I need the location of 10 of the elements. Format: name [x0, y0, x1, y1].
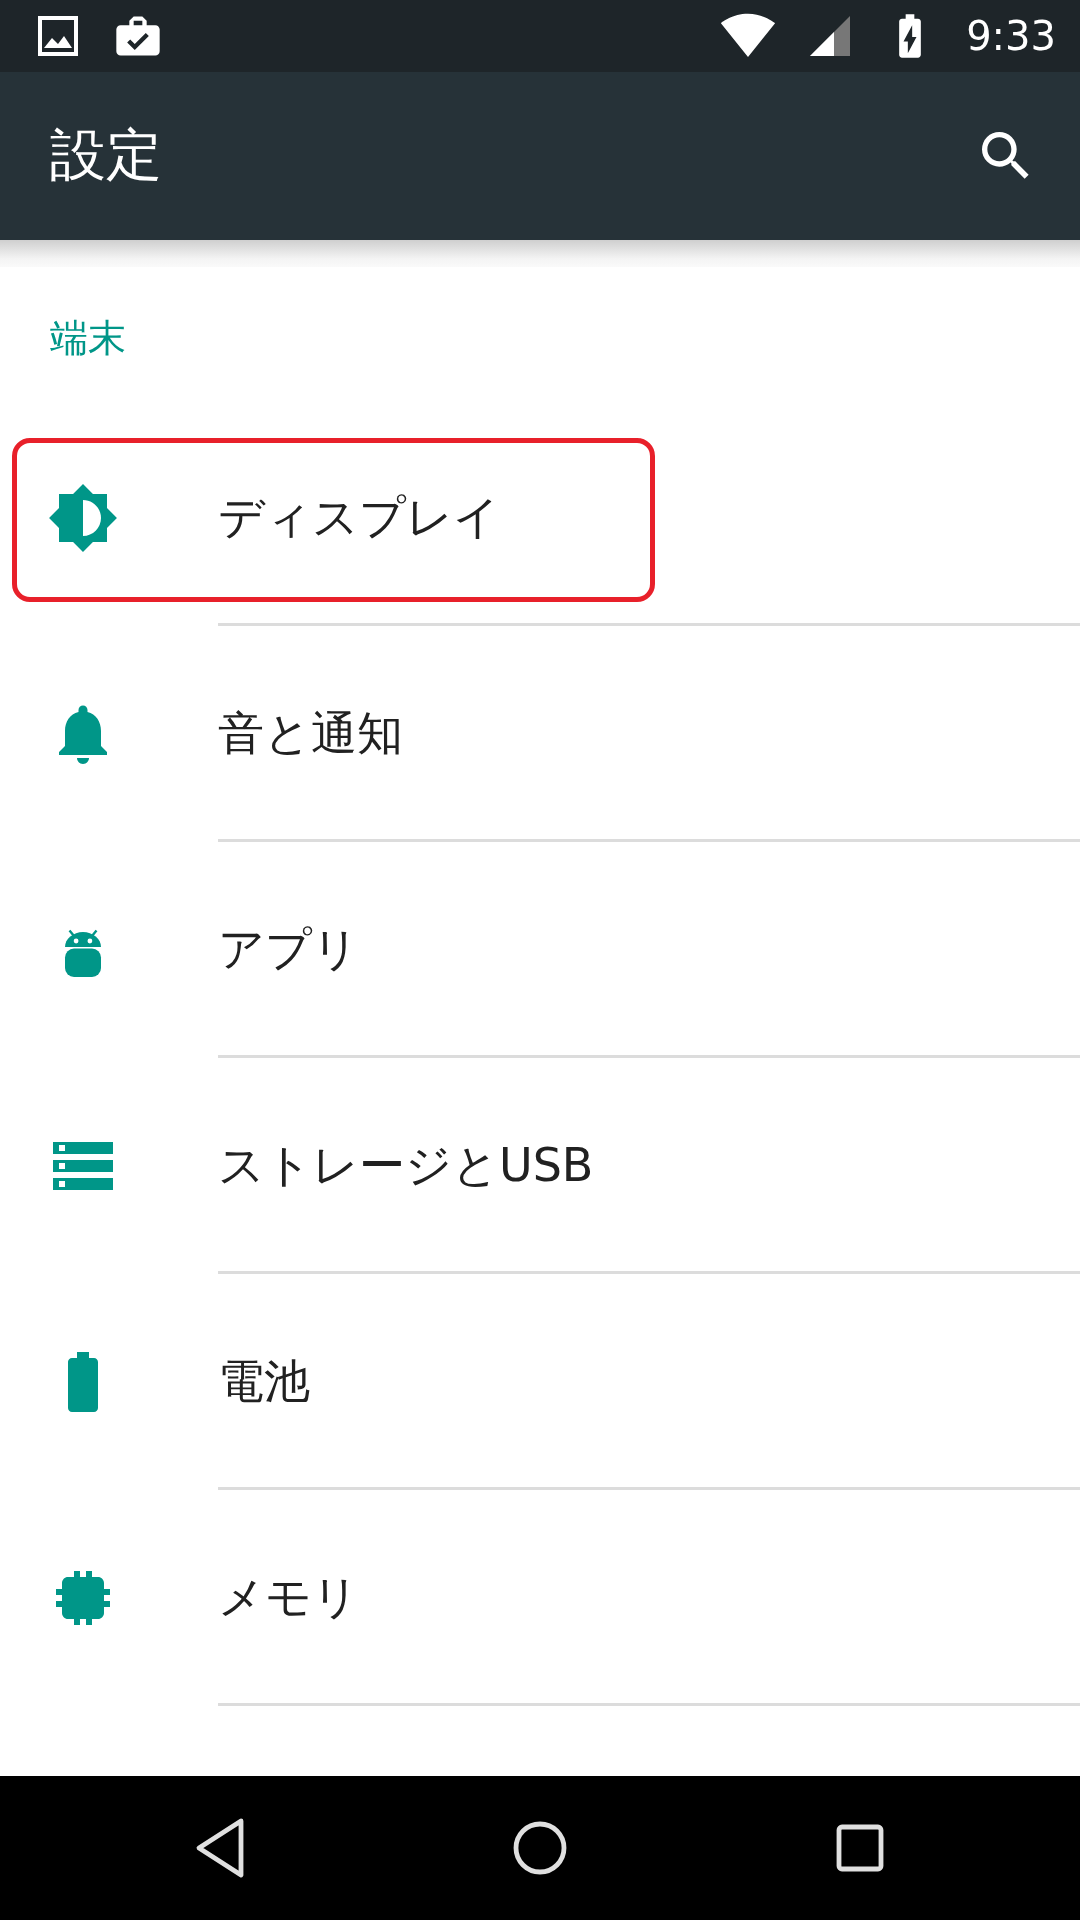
settings-item[interactable]: メモリ — [0, 1490, 1080, 1706]
settings-item[interactable]: 電池 — [0, 1274, 1080, 1490]
brightness-icon — [47, 482, 119, 554]
screen-title: 設定 — [50, 121, 163, 189]
settings-item[interactable]: ディスプレイ — [0, 410, 1080, 626]
settings-item[interactable]: ストレージとUSB — [0, 1058, 1080, 1274]
clock-time: 9:33 — [966, 13, 1056, 59]
section-header: 端末 — [50, 315, 126, 362]
settings-item[interactable]: アプリ — [0, 842, 1080, 1058]
settings-item[interactable]: 音と通知 — [0, 626, 1080, 842]
